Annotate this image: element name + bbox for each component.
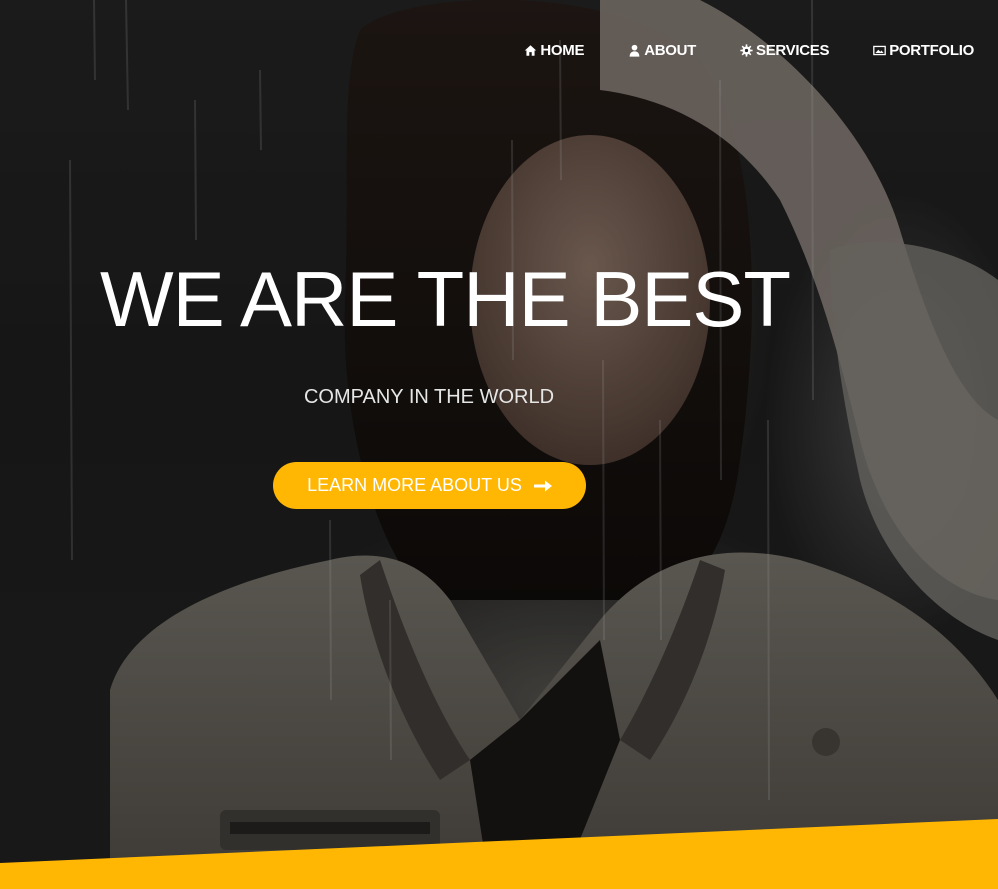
user-icon: [629, 44, 640, 57]
gear-icon: [740, 43, 753, 57]
nav-item-services[interactable]: SERVICES: [740, 38, 830, 62]
learn-more-button[interactable]: LEARN MORE ABOUT US: [273, 462, 586, 509]
hero-headline: WE ARE THE BEST: [100, 255, 791, 343]
nav-item-about[interactable]: ABOUT: [628, 38, 696, 62]
nav-item-label: PORTFOLIO: [889, 41, 974, 59]
nav-item-label: HOME: [540, 41, 585, 59]
dark-overlay: [0, 0, 998, 889]
hero-subline: COMPANY IN THE WORLD: [303, 386, 555, 408]
main-nav: HOME ABOUT SERVICES PORTFOLIO: [480, 38, 974, 62]
accent-bottom-band: [0, 819, 998, 889]
nav-item-label: ABOUT: [644, 41, 697, 59]
image-icon: [873, 45, 887, 55]
home-icon: [525, 44, 537, 56]
nav-item-label: SERVICES: [756, 41, 830, 59]
arrow-right-icon: [533, 480, 552, 491]
learn-more-button-label: LEARN MORE ABOUT US: [307, 475, 522, 495]
nav-item-home[interactable]: HOME: [524, 38, 584, 62]
hero-section: HOME ABOUT SERVICES PORTFOLIO WE ARE THE…: [0, 0, 998, 889]
nav-item-portfolio[interactable]: PORTFOLIO: [873, 38, 974, 62]
